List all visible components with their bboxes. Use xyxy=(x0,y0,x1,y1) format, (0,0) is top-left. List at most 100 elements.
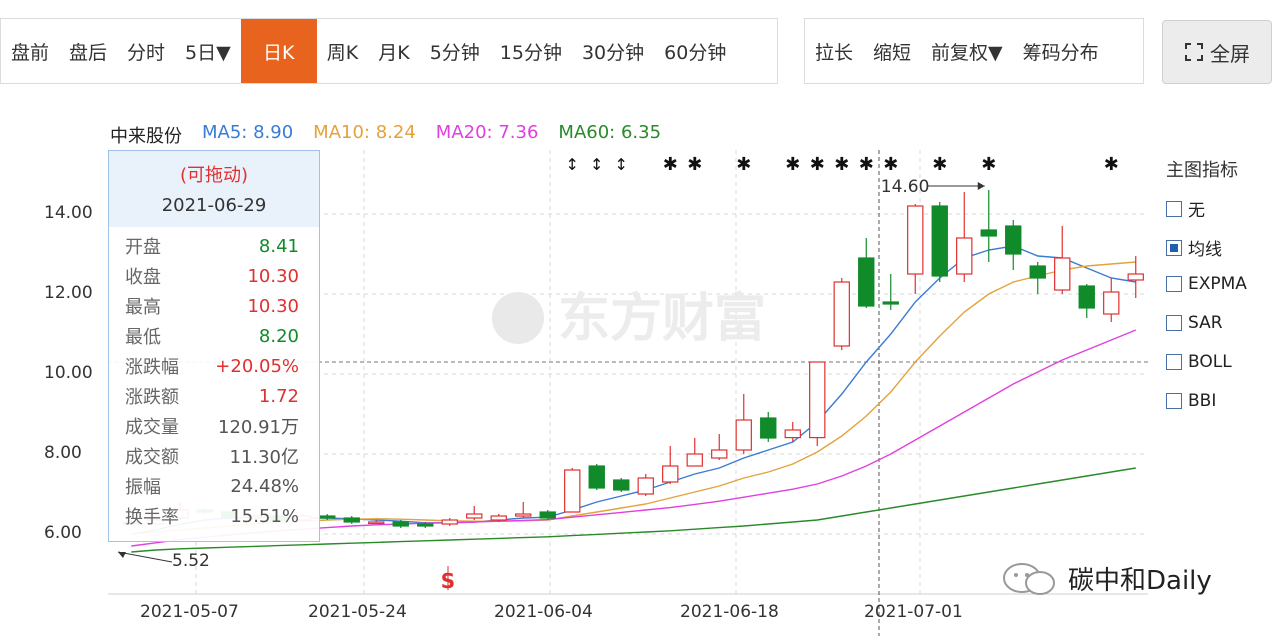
tooltip-value: 120.91万 xyxy=(218,417,299,438)
tooltip-label: 涨跌幅 xyxy=(125,357,179,378)
indicator-option[interactable]: BBI xyxy=(1166,391,1216,411)
checkbox[interactable] xyxy=(1166,393,1182,409)
candle xyxy=(637,474,654,496)
checkbox[interactable] xyxy=(1166,315,1182,331)
candle-body xyxy=(441,519,458,525)
candle xyxy=(686,438,703,467)
candle-body xyxy=(833,281,850,347)
candle xyxy=(343,516,360,524)
event-marker: ✱ xyxy=(1104,154,1119,175)
candle xyxy=(319,514,336,520)
candle-body xyxy=(319,515,336,519)
indicator-option[interactable]: 无 xyxy=(1166,196,1205,221)
candle-body xyxy=(613,479,630,491)
y-tick-label: 10.00 xyxy=(44,363,93,383)
tooltip-row: 振幅 24.48% xyxy=(109,471,319,501)
candle-body xyxy=(417,523,434,527)
tooltip-row: 换手率 15.51% xyxy=(109,501,319,531)
candle-body xyxy=(1103,291,1120,315)
indicator-option[interactable]: EXPMA xyxy=(1166,274,1247,294)
x-tick-label: 2021-05-07 xyxy=(140,602,239,622)
candle-body xyxy=(368,521,385,525)
high-price-label: 14.60 xyxy=(881,177,930,197)
candle xyxy=(711,434,728,460)
candle xyxy=(1054,226,1071,294)
candle-body xyxy=(588,465,605,489)
candle-body xyxy=(564,469,581,513)
tooltip-row: 涨跌幅 +20.05% xyxy=(109,351,319,381)
tooltip-label: 最低 xyxy=(125,327,161,348)
checkbox[interactable] xyxy=(1166,239,1182,256)
candle-body xyxy=(760,417,777,439)
event-marker: ↕ xyxy=(590,155,603,174)
tooltip-row: 开盘 8.41 xyxy=(109,231,319,261)
indicator-option[interactable]: SAR xyxy=(1166,313,1223,333)
tooltip-value: +20.05% xyxy=(215,355,299,377)
checkbox[interactable] xyxy=(1166,354,1182,370)
candle-body xyxy=(662,465,679,483)
x-tick-label: 2021-07-01 xyxy=(864,602,963,622)
event-marker: ✱ xyxy=(883,154,898,175)
checkbox[interactable] xyxy=(1166,276,1182,292)
x-tick-label: 2021-05-24 xyxy=(308,602,407,622)
candle xyxy=(515,502,532,518)
tooltip-value: 15.51% xyxy=(230,505,299,527)
event-marker: ✱ xyxy=(785,154,800,175)
candle-body xyxy=(735,419,752,451)
checkbox[interactable] xyxy=(1166,200,1182,217)
indicator-label: BBI xyxy=(1188,391,1217,411)
tooltip-label: 成交量 xyxy=(125,417,179,438)
candle xyxy=(613,478,630,492)
candle-body xyxy=(809,361,826,439)
candle-body xyxy=(1005,225,1022,255)
candle xyxy=(662,446,679,484)
event-marker: ✱ xyxy=(663,154,678,175)
event-marker: ✱ xyxy=(859,154,874,175)
price-tooltip[interactable]: (可拖动) 2021-06-29 开盘 8.41 收盘 10.30 最高 10.30 最低 8… xyxy=(108,150,320,542)
candle-body xyxy=(490,515,507,521)
candle xyxy=(564,468,581,513)
low-price-label: 5.52 xyxy=(172,551,210,571)
candle xyxy=(1078,284,1095,318)
event-marker: ✱ xyxy=(810,154,825,175)
tooltip-label: 振幅 xyxy=(125,477,161,498)
tooltip-label: 收盘 xyxy=(125,267,161,288)
candle-body xyxy=(956,237,973,275)
candle-body xyxy=(907,205,924,275)
event-marker: ↕ xyxy=(615,155,628,174)
candle xyxy=(588,464,605,490)
tooltip-value: 8.41 xyxy=(258,235,299,257)
indicator-option[interactable]: 均线 xyxy=(1166,235,1222,260)
candle xyxy=(466,506,483,520)
tooltip-date: 2021-06-29 xyxy=(161,195,267,216)
watermark: 东方财富 xyxy=(492,289,766,349)
x-tick-label: 2021-06-04 xyxy=(494,602,593,622)
indicator-option[interactable]: BOLL xyxy=(1166,352,1232,372)
svg-text:东方财富: 东方财富 xyxy=(558,289,766,349)
tooltip-value: 10.30 xyxy=(247,295,299,317)
x-tick-label: 2021-06-18 xyxy=(680,602,779,622)
tooltip-label: 成交额 xyxy=(125,447,179,468)
candle-body xyxy=(784,429,801,439)
high-price-arrow xyxy=(977,182,985,190)
low-price-arrow xyxy=(118,552,126,558)
indicator-label: SAR xyxy=(1188,313,1223,333)
tooltip-label: 最高 xyxy=(125,297,161,318)
event-marker: ✱ xyxy=(981,154,996,175)
tooltip-label: 开盘 xyxy=(125,237,161,258)
indicator-label: 无 xyxy=(1188,201,1205,221)
y-tick-label: 8.00 xyxy=(44,443,82,463)
indicator-label: 均线 xyxy=(1188,240,1222,260)
tooltip-value: 24.48% xyxy=(230,475,299,497)
candle xyxy=(441,518,458,526)
tooltip-row: 涨跌额 1.72 xyxy=(109,381,319,411)
candle-body xyxy=(392,521,409,527)
candle xyxy=(809,361,826,446)
tooltip-value: 10.30 xyxy=(247,265,299,287)
tooltip-row: 成交量 120.91万 xyxy=(109,411,319,441)
event-marker: ✱ xyxy=(687,154,702,175)
candle-body xyxy=(466,513,483,519)
candle-body xyxy=(1127,273,1144,281)
candle xyxy=(858,238,875,308)
event-marker: ✱ xyxy=(834,154,849,175)
